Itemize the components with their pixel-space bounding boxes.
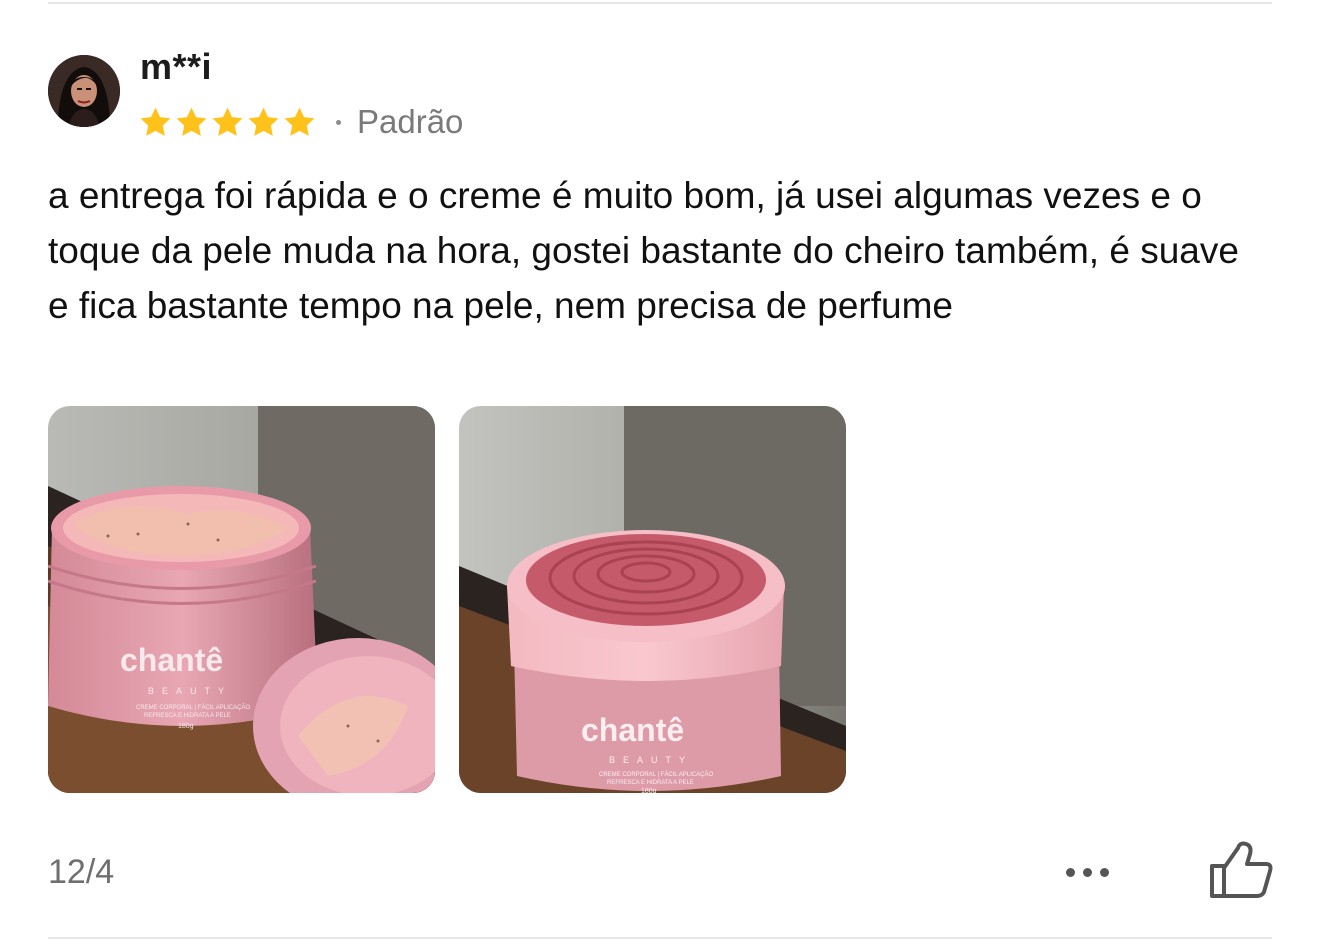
thumbs-up-icon[interactable]	[1208, 838, 1276, 902]
jar-weight-1: 180g	[178, 723, 194, 730]
bottom-divider	[48, 937, 1272, 939]
review-date: 12/4	[48, 853, 115, 891]
star-icon	[176, 107, 207, 136]
review-photo-2[interactable]: chantê BEAUTY CREME CORPORAL | FÁCIL APL…	[459, 406, 846, 793]
star-icon	[140, 107, 171, 136]
username: m**i	[140, 46, 213, 87]
star-icon	[284, 107, 315, 136]
avatar[interactable]	[48, 55, 120, 127]
review-text: a entrega foi rápida e o creme é muito b…	[48, 175, 1239, 326]
jar-caption-2: CREME CORPORAL | FÁCIL APLICAÇÃO	[599, 771, 713, 778]
top-divider	[48, 2, 1272, 4]
star-icon	[212, 107, 243, 136]
more-dot	[1065, 867, 1075, 877]
open-jar-image: chantê BEAUTY CREME CORPORAL | FÁCIL APL…	[48, 406, 435, 793]
review-photos: chantê BEAUTY CREME CORPORAL | FÁCIL APL…	[48, 406, 846, 793]
closed-jar-image: chantê BEAUTY CREME CORPORAL | FÁCIL APL…	[459, 406, 846, 793]
star-icon	[248, 107, 279, 136]
jar-brand-2: chantê	[581, 712, 684, 748]
jar-caption-1: CREME CORPORAL | FÁCIL APLICAÇÃO	[136, 704, 250, 711]
jar-caption2-2: REFRESCA E HIDRATA A PELE	[607, 780, 694, 786]
star-rating	[138, 105, 318, 140]
separator-dot	[336, 119, 341, 125]
avatar-image	[48, 55, 120, 127]
rating-row: Padrão	[138, 102, 463, 142]
jar-sub-1: BEAUTY	[148, 686, 232, 696]
jar-weight-2: 180g	[641, 788, 657, 793]
jar-caption2-1: REFRESCA E HIDRATA A PELE	[144, 713, 231, 719]
more-dot	[1099, 867, 1109, 877]
variant-label: Padrão	[357, 103, 464, 140]
more-options-icon[interactable]	[1055, 850, 1119, 894]
review-photo-1[interactable]: chantê BEAUTY CREME CORPORAL | FÁCIL APL…	[48, 406, 435, 793]
more-dot	[1082, 867, 1092, 877]
jar-brand-1: chantê	[120, 642, 223, 678]
jar-sub-2: BEAUTY	[609, 755, 693, 765]
